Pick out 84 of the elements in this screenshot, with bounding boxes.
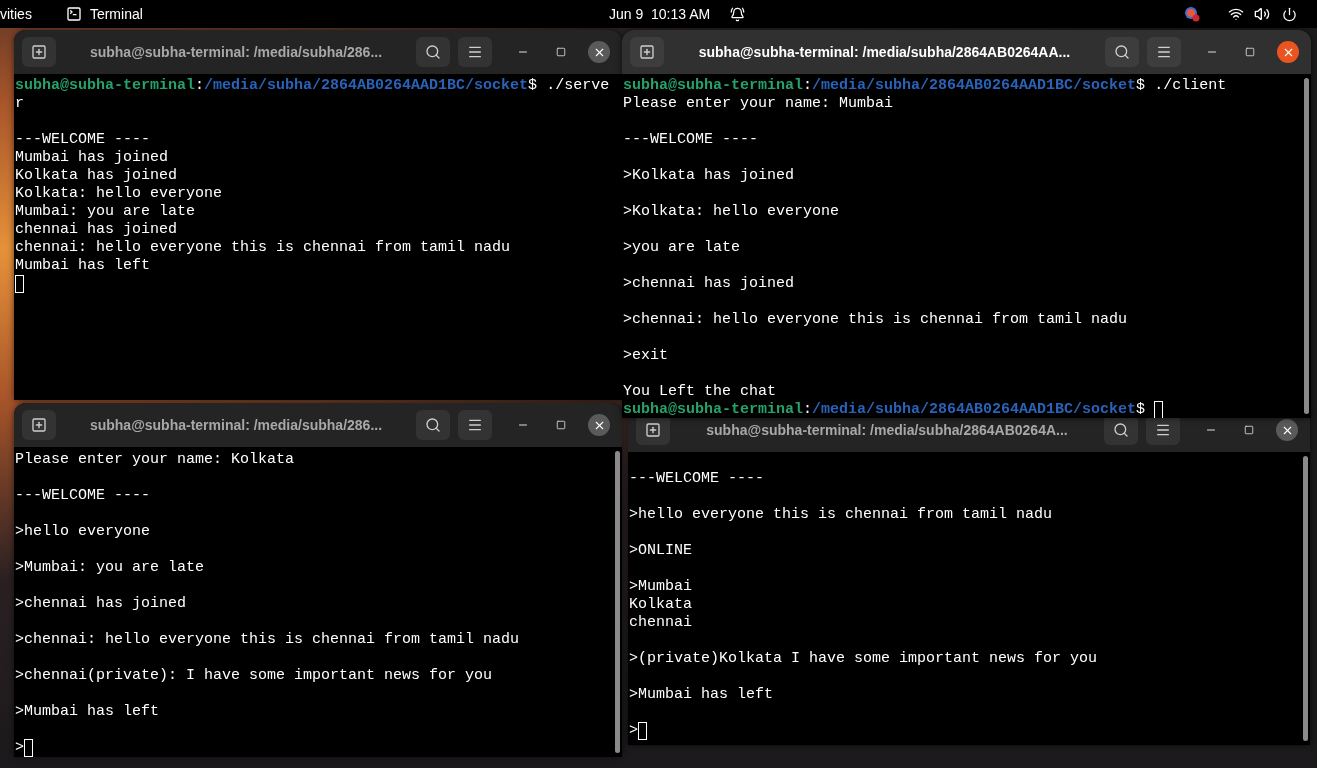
terminal-line: ---WELCOME ---- — [15, 131, 151, 149]
maximize-icon — [556, 47, 566, 57]
prompt-line: subha@subha-terminal:/media/subha/2864AB0264AAD1BC/socket$ ./serve — [15, 77, 610, 95]
menu-icon — [467, 417, 483, 433]
terminal-line: >Kolkata has joined — [623, 167, 795, 185]
terminal-line: >chennai(private): I have some important news for you — [15, 667, 493, 685]
window-title: subha@subha-terminal: /media/subha/2864AB0264A... — [705, 420, 1069, 440]
app-menu[interactable]: Terminal — [89, 3, 143, 25]
terminal-line: >you are late — [623, 239, 741, 257]
scrollbar[interactable] — [1302, 456, 1308, 741]
terminal-line: Mumbai has left — [15, 257, 151, 275]
terminal-line: > — [15, 739, 24, 757]
terminal-line: chennai: hello everyone this is chennai from tamil nadu — [15, 239, 511, 257]
close-button[interactable] — [1277, 41, 1299, 63]
new-tab-button[interactable] — [630, 37, 664, 67]
terminal-line: You Left the chat — [623, 383, 777, 401]
maximize-icon — [556, 420, 566, 430]
clock[interactable]: Jun 9 10:13 AM — [609, 3, 711, 25]
app-indicator-icon[interactable] — [1184, 6, 1200, 22]
search-button[interactable] — [1105, 37, 1139, 67]
close-button[interactable] — [588, 414, 610, 436]
search-icon — [425, 417, 441, 433]
terminal-line: chennai — [629, 614, 692, 632]
menu-button[interactable] — [1147, 37, 1181, 67]
terminal-line: >chennai: hello everyone this is chennai from tamil nadu — [623, 311, 1128, 329]
prompt-line: subha@subha-terminal:/media/subha/2864AB0264AAD1BC/socket$ ./client — [623, 77, 1227, 95]
scrollbar[interactable] — [614, 451, 620, 753]
terminal-line: Kolkata has joined — [15, 167, 178, 185]
terminal-line: >hello everyone — [15, 523, 151, 541]
window-title: subha@subha-terminal: /media/subha/2864AB0264AA... — [697, 42, 1072, 62]
menu-icon — [1155, 422, 1171, 438]
terminal-line: chennai has joined — [15, 221, 178, 239]
terminal-line: >Mumbai has left — [629, 686, 774, 704]
terminal-line: >(private)Kolkata I have some important news for you — [629, 650, 1098, 668]
maximize-icon — [1245, 47, 1255, 57]
new-tab-button[interactable] — [22, 37, 56, 67]
terminal-icon — [65, 6, 82, 22]
terminal-line: ---WELCOME ---- — [15, 487, 151, 505]
power-icon[interactable] — [1282, 6, 1297, 22]
close-button[interactable] — [1276, 419, 1298, 441]
terminal-line: ---WELCOME ---- — [629, 470, 765, 488]
terminal-line: >ONLINE — [629, 542, 692, 560]
terminal-line: Please enter your name: Mumbai — [623, 95, 894, 113]
terminal-line: >Kolkata: hello everyone — [623, 203, 840, 221]
new-tab-icon — [645, 422, 661, 438]
terminal-line: r — [15, 95, 24, 113]
terminal-line: >Mumbai — [629, 578, 692, 596]
terminal-line: >Mumbai: you are late — [15, 559, 205, 577]
search-icon — [425, 44, 441, 60]
window-title: subha@subha-terminal: /media/subha/286... — [88, 415, 384, 435]
terminal-line: >exit — [623, 347, 668, 365]
new-tab-button[interactable] — [22, 410, 56, 440]
bell-icon — [730, 6, 745, 22]
terminal-line: Mumbai has joined — [15, 149, 169, 167]
wifi-icon[interactable] — [1228, 6, 1244, 22]
scrollbar[interactable] — [1303, 78, 1309, 414]
terminal-line: Mumbai: you are late — [15, 203, 196, 221]
terminal-line: >hello everyone this is chennai from tamil nadu — [629, 506, 1053, 524]
menu-button[interactable] — [458, 410, 492, 440]
terminal-line: >chennai has joined — [623, 275, 795, 293]
search-icon — [1114, 44, 1130, 60]
new-tab-icon — [31, 417, 47, 433]
activities-button[interactable]: vities — [0, 3, 32, 25]
terminal-line: Kolkata: hello everyone — [15, 185, 223, 203]
terminal-line: ---WELCOME ---- — [623, 131, 759, 149]
maximize-icon — [1244, 425, 1254, 435]
volume-icon[interactable] — [1254, 6, 1270, 22]
new-tab-icon — [639, 44, 655, 60]
search-button[interactable] — [416, 410, 450, 440]
close-button[interactable] — [588, 41, 610, 63]
search-button[interactable] — [416, 37, 450, 67]
menu-button[interactable] — [458, 37, 492, 67]
terminal-line: >Mumbai has left — [15, 703, 160, 721]
terminal-line: >chennai: hello everyone this is chennai from tamil nadu — [15, 631, 520, 649]
menu-icon — [1156, 44, 1172, 60]
new-tab-icon — [31, 44, 47, 60]
terminal-line: > — [629, 722, 638, 740]
menu-icon — [467, 44, 483, 60]
search-icon — [1113, 422, 1129, 438]
terminal-line: Kolkata — [629, 596, 692, 614]
terminal-line: >chennai has joined — [15, 595, 187, 613]
window-title: subha@subha-terminal: /media/subha/286... — [88, 42, 384, 62]
terminal-line: Please enter your name: Kolkata — [15, 451, 295, 469]
prompt-line: subha@subha-terminal:/media/subha/2864AB0264AAD1BC/socket$ — [623, 401, 1146, 418]
